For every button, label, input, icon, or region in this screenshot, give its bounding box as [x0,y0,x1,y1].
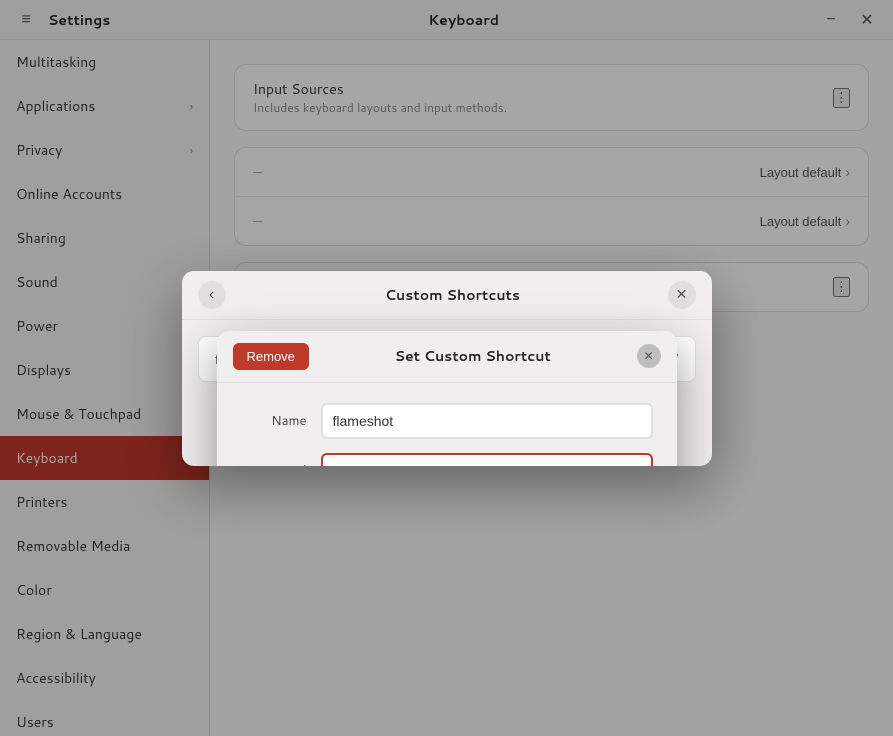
inner-dialog-header: Remove Set Custom Shortcut ✕ [217,331,677,383]
set-custom-shortcut-dialog: Remove Set Custom Shortcut ✕ Name Comman… [217,331,677,466]
command-input[interactable] [321,453,653,466]
name-label: Name [241,412,321,430]
dialog-title-bar: ‹ Custom Shortcuts ✕ [182,271,712,320]
name-field-row: Name [241,403,653,439]
inner-close-button[interactable]: ✕ [637,344,661,368]
dialog-back-button[interactable]: ‹ [198,281,226,309]
custom-shortcuts-dialog: ‹ Custom Shortcuts ✕ flameshot Ctrl+W + … [182,271,712,466]
dialog-title: Custom Shortcuts [238,285,668,305]
inner-dialog-body: Name Command Shortcut Ctrl + W ⌫ [217,383,677,466]
command-label: Command [241,462,321,466]
command-field-row: Command [241,453,653,466]
inner-dialog-title: Set Custom Shortcut [309,346,637,366]
name-input[interactable] [321,403,653,439]
remove-button[interactable]: Remove [233,343,309,370]
overlay: ‹ Custom Shortcuts ✕ flameshot Ctrl+W + … [0,0,893,736]
dialog-close-button[interactable]: ✕ [668,281,696,309]
